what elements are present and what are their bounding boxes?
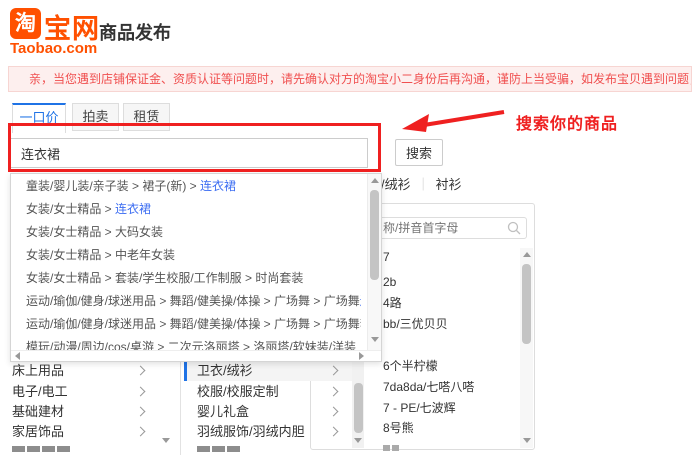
category-l2-item[interactable]: 校服/校服定制: [197, 382, 352, 402]
chevron-right-icon: [329, 366, 339, 376]
category-label: 卫衣/绒衫: [197, 363, 253, 378]
search-button[interactable]: 搜索: [395, 139, 443, 166]
search-icon: [507, 221, 522, 236]
brand-list-item[interactable]: 7da8da/七嗒八嗒: [383, 379, 474, 395]
breadcrumb-separator: ｜: [411, 177, 436, 192]
scrollbar-thumb[interactable]: [370, 190, 379, 280]
scroll-down-icon[interactable]: [371, 337, 379, 342]
scroll-right-icon[interactable]: [359, 352, 364, 360]
scroll-up-icon[interactable]: [523, 252, 531, 257]
scroll-down-icon[interactable]: [162, 438, 170, 443]
clipped-row-glyphs: [383, 445, 399, 451]
breadcrumb-item[interactable]: 衬衫: [436, 177, 462, 192]
annotation-highlight-box: [8, 123, 381, 172]
annotation-arrow-icon: [398, 102, 510, 136]
brand-list-item[interactable]: bb/三优贝贝: [383, 316, 448, 332]
suggestion-text: 女装/女士精品 > 套装/学生校服/工作制服 > 时尚套装: [26, 271, 303, 285]
scroll-down-icon[interactable]: [523, 438, 531, 443]
scroll-down-icon[interactable]: [354, 438, 362, 443]
category-l2-item[interactable]: 婴儿礼盒: [197, 402, 352, 422]
brand-list-item[interactable]: 4路: [383, 295, 402, 311]
category-label: 婴儿礼盒: [197, 404, 249, 419]
suggestion-text: 运动/瑜伽/健身/球迷用品 > 舞蹈/健美操/体操 > 广场舞 > 广场舞: [26, 294, 360, 308]
scrollbar-thumb[interactable]: [522, 264, 531, 344]
category-label: 羽绒服饰/羽绒内胆: [197, 424, 305, 439]
brand-list-scrollbar[interactable]: [520, 248, 533, 448]
chevron-right-icon: [136, 407, 146, 417]
suggestion-item[interactable]: 女装/女士精品 > 连衣裙: [26, 198, 361, 221]
chevron-right-icon: [136, 387, 146, 397]
suggestion-text: 女装/女士精品 >: [26, 202, 115, 216]
suggestion-highlight: 连衣裙: [360, 294, 361, 308]
suggestion-item[interactable]: 女装/女士精品 > 大码女装: [26, 221, 361, 244]
taobao-logo-domain[interactable]: Taobao.com: [10, 40, 97, 57]
page-title: 商品发布: [99, 19, 171, 45]
suggestion-text: 女装/女士精品 > 大码女装: [26, 225, 163, 239]
brand-list-item[interactable]: 2b: [383, 274, 396, 290]
selected-row-indicator: [184, 361, 187, 381]
dropdown-vertical-scrollbar[interactable]: [367, 174, 381, 350]
suggestion-item[interactable]: 童装/婴儿装/亲子装 > 裙子(新) > 连衣裙: [26, 175, 361, 198]
category-l1-item[interactable]: 床上用品: [12, 361, 172, 381]
category-label: 基础建材: [12, 404, 64, 419]
brand-list-item[interactable]: 6个半柠檬: [383, 358, 438, 374]
clipped-row-glyphs: [197, 446, 240, 452]
brand-list-item[interactable]: 7: [383, 249, 390, 265]
suggestion-highlight: 连衣裙: [200, 179, 236, 193]
suggestion-text: 女装/女士精品 > 中老年女装: [26, 248, 175, 262]
clipped-row-glyphs: [12, 446, 70, 452]
suggestion-item[interactable]: 运动/瑜伽/健身/球迷用品 > 舞蹈/健美操/体操 > 广场舞 > 广场舞套装: [26, 313, 361, 336]
category-label: 校服/校服定制: [197, 384, 279, 399]
category-l1-item[interactable]: 电子/电工: [12, 382, 172, 402]
taobao-logo-icon[interactable]: 淘: [10, 8, 41, 39]
category-l2-item-selected[interactable]: 卫衣/绒衫: [197, 361, 352, 381]
suggestion-item[interactable]: 运动/瑜伽/健身/球迷用品 > 舞蹈/健美操/体操 > 广场舞 > 广场舞连衣裙: [26, 290, 361, 313]
category-l1-item[interactable]: 基础建材: [12, 402, 172, 422]
dropdown-horizontal-scrollbar[interactable]: [11, 350, 381, 361]
scroll-left-icon[interactable]: [15, 352, 20, 360]
suggestion-item[interactable]: 女装/女士精品 > 套装/学生校服/工作制服 > 时尚套装: [26, 267, 361, 290]
brand-list-item[interactable]: 7 - PE/七波辉: [383, 400, 456, 416]
annotation-label: 搜索你的商品: [516, 110, 618, 134]
category-l2-scrollbar[interactable]: [352, 361, 364, 448]
category-label: 电子/电工: [12, 384, 68, 399]
suggestion-text: 童装/婴儿装/亲子装 > 裙子(新) >: [26, 179, 200, 193]
taobao-publish-page: 淘 宝网 Taobao.com 商品发布 亲，当您遇到店铺保证金、资质认证等问题…: [0, 0, 699, 455]
search-suggestion-dropdown: 童装/婴儿装/亲子装 > 裙子(新) > 连衣裙 女装/女士精品 > 连衣裙 女…: [10, 173, 382, 362]
scrollbar-thumb[interactable]: [354, 383, 363, 433]
chevron-right-icon: [329, 427, 339, 437]
column-divider: [180, 362, 181, 455]
chevron-right-icon: [329, 407, 339, 417]
category-l1-item[interactable]: 家居饰品: [12, 422, 172, 442]
scroll-up-icon[interactable]: [371, 178, 379, 183]
brand-list-item[interactable]: 8号熊: [383, 420, 414, 436]
category-l2-item[interactable]: 羽绒服饰/羽绒内胆: [197, 422, 352, 442]
chevron-right-icon: [136, 366, 146, 376]
suggestion-item[interactable]: 女装/女士精品 > 中老年女装: [26, 244, 361, 267]
chevron-right-icon: [329, 387, 339, 397]
chevron-right-icon: [136, 427, 146, 437]
category-label: 床上用品: [12, 363, 64, 378]
notice-banner: 亲，当您遇到店铺保证金、资质认证等问题时，请先确认对方的淘宝小二身份后再沟通，谨…: [8, 66, 692, 92]
suggestion-highlight: 连衣裙: [115, 202, 151, 216]
suggestion-text: 运动/瑜伽/健身/球迷用品 > 舞蹈/健美操/体操 > 广场舞 > 广场舞套装: [26, 317, 361, 331]
category-label: 家居饰品: [12, 424, 64, 439]
